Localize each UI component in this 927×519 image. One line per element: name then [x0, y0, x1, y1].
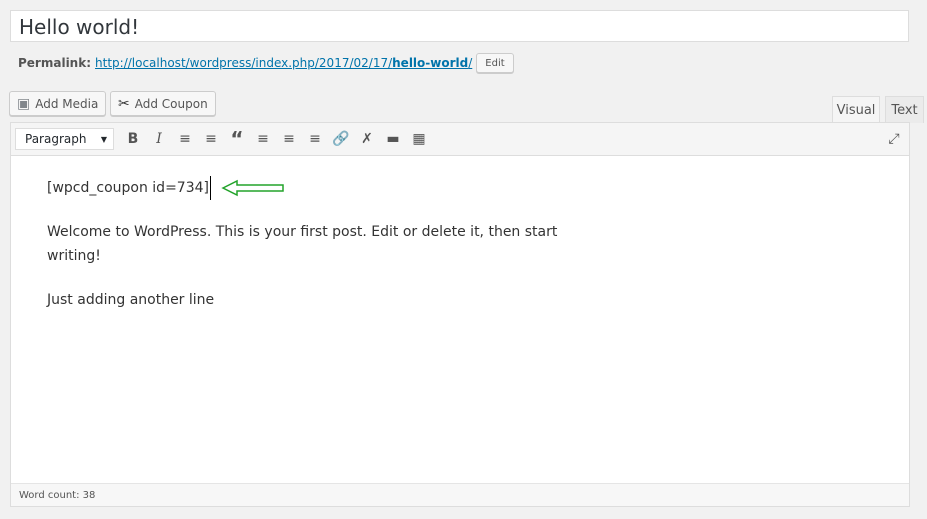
paragraph-1-cont: writing!	[47, 248, 101, 264]
align-right-icon[interactable]: ≡	[302, 127, 328, 151]
bulleted-list-icon[interactable]: ≡	[172, 127, 198, 151]
editor: Paragraph ▼ B I ≡ ≡ “ ≡ ≡ ≡ 🔗 ✗ ▬ ▦ ⤢ [wp…	[10, 122, 910, 507]
scissors-icon: ✂	[118, 95, 130, 112]
fullscreen-icon[interactable]: ⤢	[881, 127, 907, 151]
permalink-suffix: /	[468, 56, 473, 70]
align-center-icon[interactable]: ≡	[276, 127, 302, 151]
bold-icon[interactable]: B	[120, 127, 146, 151]
add-media-button[interactable]: ▣ Add Media	[9, 91, 107, 116]
permalink-url: http://localhost/wordpress/index.php/201…	[95, 56, 393, 70]
post-title-input[interactable]: Hello world!	[10, 10, 909, 42]
arrow-left-icon	[221, 179, 284, 197]
editor-content[interactable]: [wpcd_coupon id=734] Welcome to WordPres…	[11, 156, 909, 352]
link-icon[interactable]: 🔗	[328, 127, 354, 151]
add-coupon-label: Add Coupon	[134, 96, 208, 111]
permalink-row: Permalink: http://localhost/wordpress/in…	[18, 53, 514, 73]
tab-visual[interactable]: Visual	[832, 96, 880, 124]
blockquote-icon[interactable]: “	[224, 127, 250, 151]
paragraph-2: Just adding another line	[47, 292, 215, 308]
permalink-label: Permalink:	[18, 56, 92, 70]
numbered-list-icon[interactable]: ≡	[198, 127, 224, 151]
status-bar: Word count: 38	[11, 483, 909, 506]
align-left-icon[interactable]: ≡	[250, 127, 276, 151]
format-select-value: Paragraph	[25, 132, 87, 146]
coupon-shortcode: [wpcd_coupon id=734]	[47, 176, 211, 200]
toolbar-toggle-icon[interactable]: ▦	[406, 127, 432, 151]
unlink-icon[interactable]: ✗	[354, 127, 380, 151]
tab-text[interactable]: Text	[885, 96, 924, 123]
permalink-link[interactable]: http://localhost/wordpress/index.php/201…	[95, 56, 472, 70]
word-count: Word count: 38	[19, 489, 96, 501]
media-icon: ▣	[17, 95, 31, 112]
read-more-icon[interactable]: ▬	[380, 127, 406, 151]
edit-permalink-button[interactable]: Edit	[476, 53, 514, 73]
permalink-slug: hello-world	[392, 56, 469, 70]
add-media-label: Add Media	[35, 96, 99, 111]
caret-down-icon: ▼	[100, 134, 107, 144]
format-select[interactable]: Paragraph ▼	[15, 128, 114, 150]
italic-icon[interactable]: I	[146, 127, 172, 151]
add-coupon-button[interactable]: ✂ Add Coupon	[110, 91, 216, 116]
paragraph-1: Welcome to WordPress. This is your first…	[47, 224, 558, 240]
editor-toolbar: Paragraph ▼ B I ≡ ≡ “ ≡ ≡ ≡ 🔗 ✗ ▬ ▦ ⤢	[11, 123, 909, 156]
